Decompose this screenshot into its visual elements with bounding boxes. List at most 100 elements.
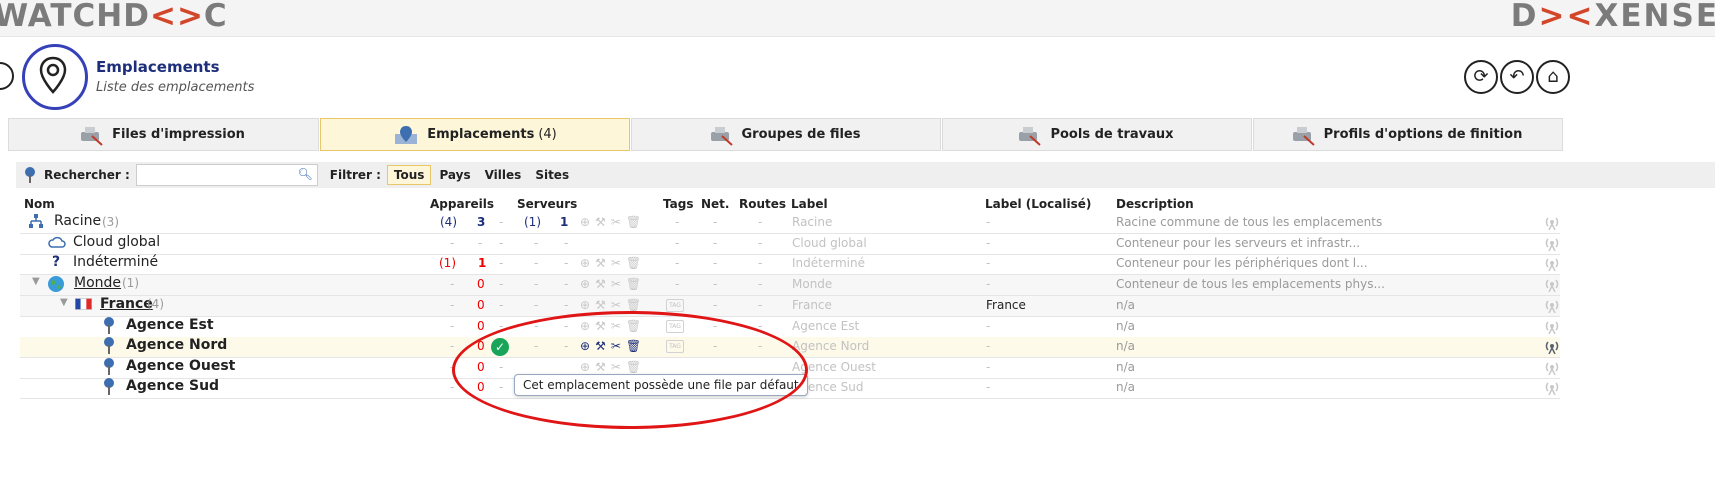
search-input[interactable]: 🔍︎ (135, 164, 318, 186)
row-name[interactable]: Cloud global (73, 234, 160, 250)
label-localise-cell: - (986, 256, 991, 270)
devices-total: (4) (440, 215, 457, 229)
add-icon[interactable]: ⊕ (580, 256, 590, 270)
trash-icon[interactable]: 🗑︎ (626, 360, 641, 374)
filter-tous[interactable]: Tous (386, 165, 432, 185)
routes-cell: - (758, 277, 763, 291)
row-name[interactable]: Agence Est (126, 317, 214, 333)
row-name[interactable]: France (100, 296, 153, 312)
col-nom[interactable]: Nom (24, 197, 55, 211)
table-row[interactable]: Racine (3) (4) 3 - (1) 1 ⊕ ⚒ ✂ 🗑︎ - - - Rac… (20, 213, 1560, 234)
antenna-icon[interactable] (1544, 359, 1560, 375)
search-icon[interactable]: 🔍︎ (298, 167, 313, 181)
collapse-icon[interactable]: ▼ (32, 276, 40, 287)
col-serveurs[interactable]: Serveurs (517, 197, 577, 211)
servers-count: - (564, 236, 569, 250)
filter-pays[interactable]: Pays (433, 166, 476, 184)
tag-icon[interactable]: TAG (666, 320, 684, 333)
menu-button[interactable] (0, 62, 14, 90)
antenna-icon[interactable] (1544, 276, 1560, 292)
antenna-icon[interactable] (1544, 318, 1560, 334)
antenna-icon[interactable] (1544, 255, 1560, 271)
add-icon[interactable]: ⊕ (580, 277, 590, 291)
cut-icon[interactable]: ✂ (611, 298, 621, 312)
label-localise-cell: - (986, 215, 991, 229)
tools-icon[interactable]: ⚒ (595, 215, 606, 229)
antenna-icon[interactable] (1544, 235, 1560, 251)
row-name[interactable]: Agence Sud (126, 378, 219, 394)
row-name[interactable]: Agence Ouest (126, 358, 235, 374)
cut-icon[interactable]: ✂ (611, 215, 621, 229)
devices-total: - (450, 236, 455, 250)
table-row[interactable]: ▼ Monde (1) - 0 - - - ⊕ ⚒ ✂ 🗑︎ - - - Monde … (20, 275, 1560, 296)
collapse-icon[interactable]: ▼ (60, 297, 68, 308)
row-count: (1) (122, 276, 139, 290)
cut-icon[interactable]: ✂ (611, 319, 621, 333)
tools-icon[interactable]: ⚒ (595, 277, 606, 291)
servers-count[interactable]: 1 (560, 215, 568, 229)
row-name[interactable]: Indéterminé (73, 254, 158, 270)
home-icon[interactable]: ⌂ (1536, 60, 1570, 94)
col-description[interactable]: Description (1116, 197, 1194, 211)
add-icon[interactable]: ⊕ (580, 215, 590, 229)
filter-sites[interactable]: Sites (529, 166, 575, 184)
cut-icon[interactable]: ✂ (611, 339, 621, 353)
table-row[interactable]: Agence Est - 0 - - - ⊕ ⚒ ✂ 🗑︎ TAG - - Agenc… (20, 317, 1560, 338)
col-appareils[interactable]: Appareils (430, 197, 494, 211)
trash-icon[interactable]: 🗑︎ (626, 215, 641, 229)
routes-cell: - (758, 339, 763, 353)
cut-icon[interactable]: ✂ (611, 277, 621, 291)
devices-count[interactable]: 3 (477, 215, 485, 229)
tag-icon[interactable]: TAG (666, 299, 684, 312)
cut-icon[interactable]: ✂ (611, 360, 621, 374)
row-name[interactable]: Racine (54, 213, 101, 229)
tools-icon[interactable]: ⚒ (595, 256, 606, 270)
tools-icon[interactable]: ⚒ (595, 360, 606, 374)
col-tags[interactable]: Tags (663, 197, 693, 211)
col-label-localise[interactable]: Label (Localisé) (985, 197, 1091, 211)
undo-icon[interactable]: ↶ (1500, 60, 1534, 94)
tools-icon[interactable]: ⚒ (595, 339, 606, 353)
tab-files-impression[interactable]: Files d'impression (8, 118, 319, 151)
tab-groupes-de-files[interactable]: Groupes de files (631, 118, 941, 151)
trash-icon[interactable]: 🗑︎ (626, 277, 641, 291)
antenna-icon[interactable] (1544, 214, 1560, 230)
antenna-icon[interactable] (1544, 379, 1560, 395)
pin-icon (22, 44, 88, 110)
tag-icon[interactable]: TAG (666, 340, 684, 353)
antenna-icon[interactable] (1544, 338, 1560, 354)
table-row[interactable]: Cloud global - - - - - - - - Cloud globa… (20, 234, 1560, 255)
network-icon (28, 213, 44, 232)
tools-icon[interactable]: ⚒ (595, 298, 606, 312)
table-row[interactable]: Agence Nord - 0 - - ⊕ ⚒ ✂ 🗑︎ TAG - - Agence… (20, 337, 1560, 358)
col-routes[interactable]: Routes (739, 197, 786, 211)
tools-icon[interactable]: ⚒ (595, 319, 606, 333)
add-icon[interactable]: ⊕ (580, 298, 590, 312)
net-cell: - (713, 298, 718, 312)
tab-emplacements[interactable]: Emplacements (4) (320, 118, 630, 151)
check-icon[interactable]: ✓ (491, 338, 509, 356)
table-row[interactable]: ▼ France (4) - 0 - - - ⊕ ⚒ ✂ 🗑︎ TAG - - Fra… (20, 296, 1560, 317)
trash-icon[interactable]: 🗑︎ (626, 319, 641, 333)
cut-icon[interactable]: ✂ (611, 256, 621, 270)
trash-icon[interactable]: 🗑︎ (626, 256, 641, 270)
refresh-icon[interactable]: ⟳ (1464, 60, 1498, 94)
separator: - (499, 236, 504, 250)
filter-villes[interactable]: Villes (479, 166, 528, 184)
col-net[interactable]: Net. (701, 197, 729, 211)
tab-profils-options-finition[interactable]: Profils d'options de finition (1253, 118, 1563, 151)
tab-pools-de-travaux[interactable]: Pools de travaux (942, 118, 1252, 151)
table-row[interactable]: ? Indéterminé (1) 1 - - - ⊕ ⚒ ✂ 🗑︎ - - - In… (20, 254, 1560, 275)
trash-icon[interactable]: 🗑︎ (626, 298, 641, 312)
col-label[interactable]: Label (791, 197, 828, 211)
add-icon[interactable]: ⊕ (580, 339, 590, 353)
row-name[interactable]: Monde (74, 275, 121, 291)
antenna-icon[interactable] (1544, 297, 1560, 313)
trash-icon[interactable]: 🗑︎ (626, 339, 641, 353)
add-icon[interactable]: ⊕ (580, 319, 590, 333)
net-cell: - (713, 215, 718, 229)
row-name[interactable]: Agence Nord (126, 337, 227, 353)
devices-count[interactable]: 1 (478, 256, 486, 270)
servers-total: - (534, 277, 539, 291)
add-icon[interactable]: ⊕ (580, 360, 590, 374)
